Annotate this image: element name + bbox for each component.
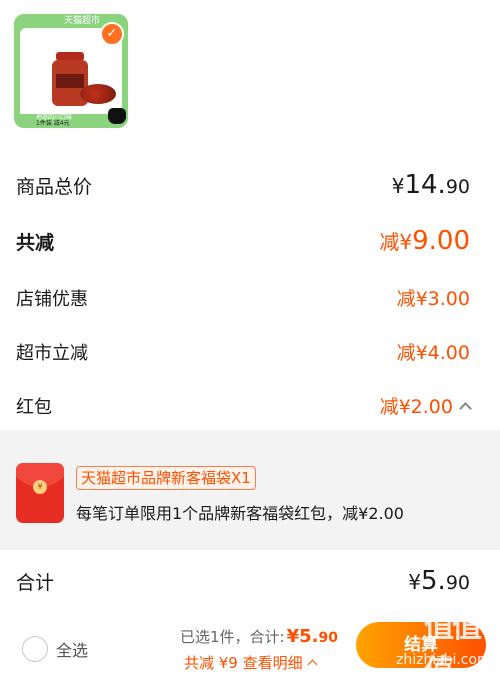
redpack-detail-panel: ¥ 天猫超市品牌新客福袋X1 每笔订单限用1个品牌新客福袋红包，减¥2.00 (0, 430, 500, 550)
grand-total-value: ¥5. 90 (408, 566, 470, 596)
market-reduce-value: 减¥4.00 (396, 342, 470, 364)
savings-text: 共减 ¥9 查看明细 (184, 654, 303, 672)
chevron-up-icon[interactable] (459, 402, 472, 415)
goods-total-value: ¥14. 90 (391, 170, 470, 200)
total-reduce-row: 共减 减¥ 9. 00 (16, 226, 470, 256)
redpack-row[interactable]: 红包 减¥2.00 (16, 392, 472, 419)
check-icon[interactable]: ✓ (100, 22, 124, 46)
goods-total-row: 商品总价 ¥14. 90 (16, 170, 470, 200)
redpack-description: 每笔订单限用1个品牌新客福袋红包，减¥2.00 (76, 504, 404, 523)
redpack-value: 减¥2.00 (379, 396, 453, 418)
product-card[interactable]: 天猫超市 ✓ 地道四川口味 1件装 减4元 (14, 14, 128, 128)
watermark-logo: 值值值 (424, 610, 482, 680)
grand-total-row: 合计 ¥5. 90 (16, 566, 470, 596)
total-reduce-value: 减¥ 9. 00 (379, 226, 470, 256)
redpack-label: 红包 (16, 396, 52, 418)
goods-total-label: 商品总价 (16, 175, 93, 198)
chili-sauce-icon (80, 84, 116, 104)
selected-summary-label: 已选1件，合计: (180, 628, 285, 646)
market-reduce-label: 超市立减 (16, 342, 88, 364)
grand-total-label: 合计 (16, 571, 55, 594)
store-discount-value: 减¥3.00 (396, 288, 470, 310)
red-envelope-icon: ¥ (16, 463, 64, 523)
select-all-label: 全选 (56, 641, 89, 660)
watermark-url: zhizhizhi.com (396, 652, 491, 668)
total-reduce-label: 共减 (16, 231, 55, 254)
market-reduce-row: 超市立减 减¥4.00 (16, 338, 470, 365)
selected-summary: 已选1件，合计: ¥5.90 (180, 626, 338, 647)
select-all-radio[interactable] (22, 636, 48, 662)
summary-amount: ¥5.90 (286, 626, 338, 647)
view-details-link[interactable]: 共减 ¥9 查看明细 (184, 652, 318, 673)
store-discount-label: 店铺优惠 (16, 288, 88, 310)
chevron-up-icon (307, 659, 318, 670)
select-all-toggle[interactable]: 全选 (22, 636, 88, 662)
brand-newcomer-tag: 天猫超市品牌新客福袋X1 (76, 466, 256, 490)
store-discount-row: 店铺优惠 减¥3.00 (16, 284, 470, 311)
tmall-cat-icon (108, 108, 126, 124)
